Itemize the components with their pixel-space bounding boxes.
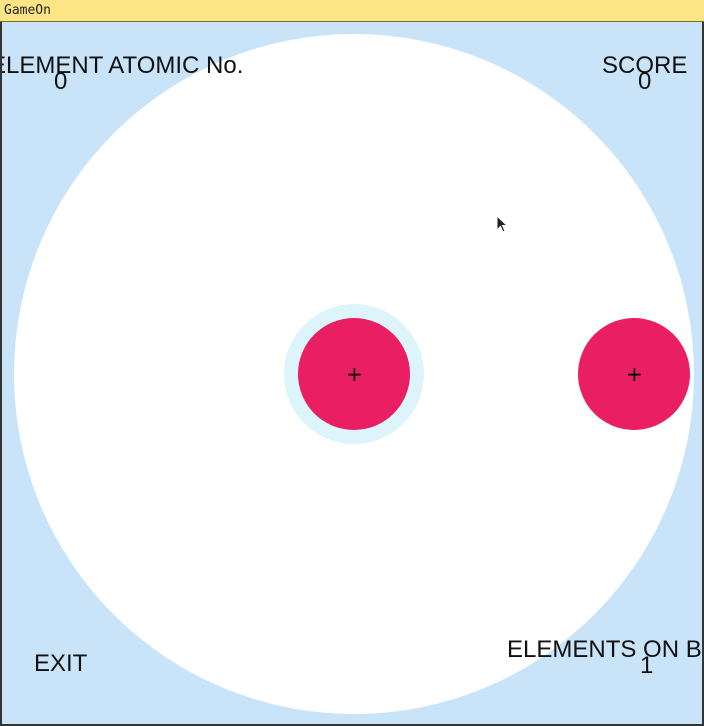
elements-on-board-value: 1 [640, 652, 654, 679]
element-atomic-label: ELEMENT ATOMIC No. [0, 52, 244, 79]
center-atom-symbol: + [346, 362, 363, 386]
game-frame: ELEMENT ATOMIC No. 0 SCORE 0 EXIT ELEMEN… [0, 22, 704, 726]
mouse-cursor-icon [496, 215, 509, 233]
exit-button[interactable]: EXIT [34, 650, 87, 678]
window-titlebar: GameOn [0, 0, 704, 22]
window-title: GameOn [4, 3, 51, 18]
board-atom-symbol: + [626, 362, 643, 386]
score-value: 0 [638, 68, 652, 95]
elements-on-board-label: ELEMENTS ON BOARD [507, 636, 702, 663]
element-atomic-value: 0 [54, 68, 68, 95]
